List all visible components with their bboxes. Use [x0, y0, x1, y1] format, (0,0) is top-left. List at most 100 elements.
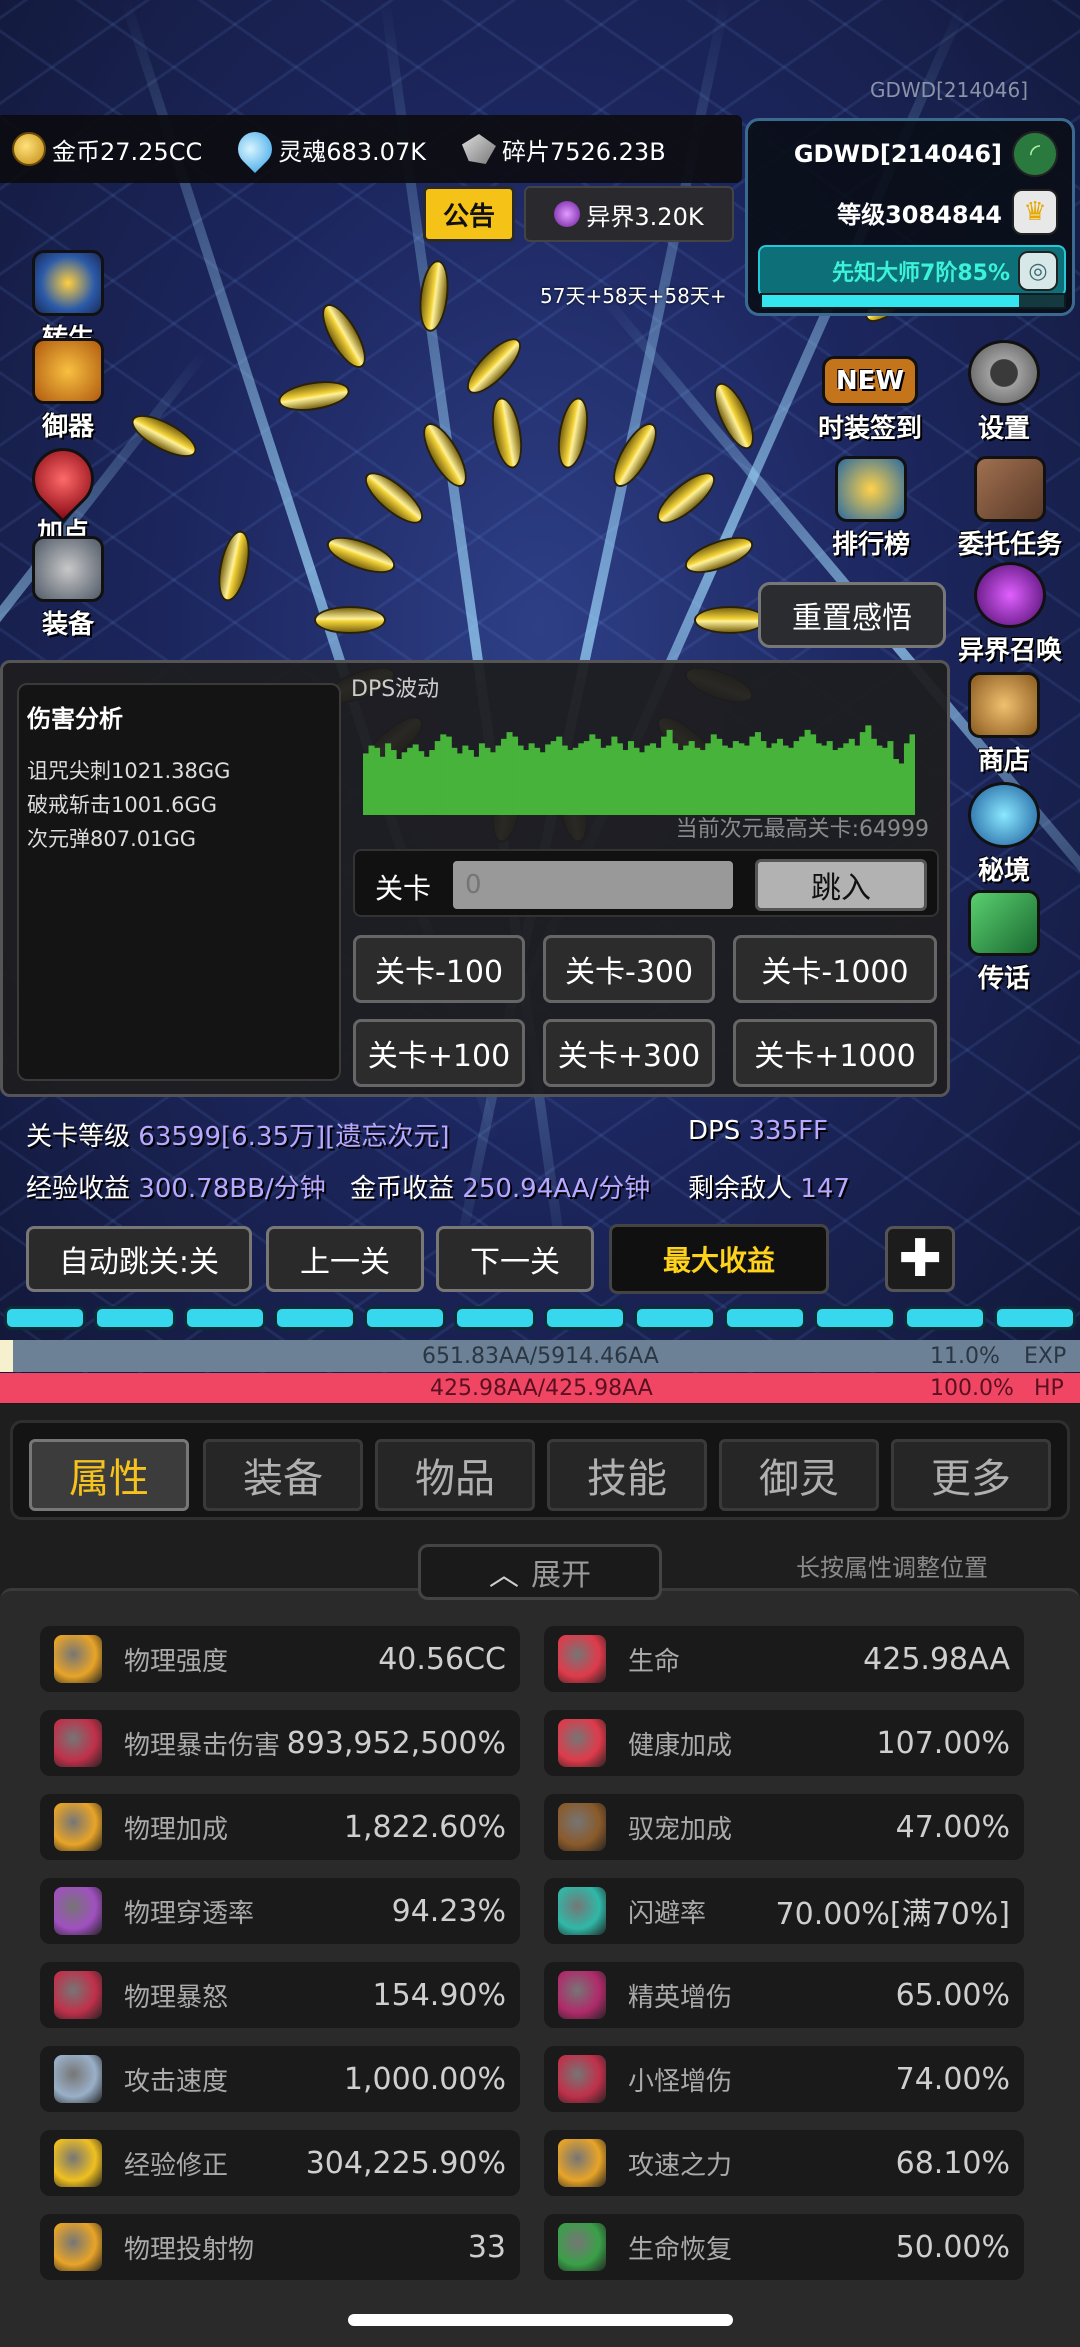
- wave-progress-segments: [0, 1306, 1080, 1336]
- swirl-icon: ◎: [1018, 251, 1058, 291]
- stat-row[interactable]: 物理加成 1,822.60%: [40, 1794, 520, 1860]
- dps-bar: [655, 747, 662, 815]
- exp-bar-percent: 11.0%: [930, 1343, 1000, 1369]
- golden-blade: [694, 606, 766, 634]
- leaderboard-button[interactable]: 排行榜: [832, 456, 910, 561]
- game-screen: GDWD[214046] 金币27.25CC 灵魂683.07K 碎片7526.…: [0, 0, 1080, 2347]
- stat-name: 小怪增伤: [628, 2066, 733, 2097]
- notice-button[interactable]: 公告: [423, 186, 515, 242]
- tab-spirits[interactable]: 御灵: [719, 1439, 879, 1511]
- damage-breakdown: 伤害分析 诅咒尖刺1021.38GG 破戒斩击1001.6GG 次元弹807.0…: [17, 683, 341, 1081]
- dps-bar: [545, 744, 552, 815]
- level-minus-100-button[interactable]: 关卡-100: [353, 935, 525, 1003]
- level-plus-1000-button[interactable]: 关卡+1000: [733, 1019, 937, 1087]
- settings-button[interactable]: 设置: [968, 340, 1040, 445]
- dps-bar: [760, 741, 767, 815]
- commission-tasks-label: 委托任务: [958, 530, 1063, 560]
- auto-skip-toggle[interactable]: 自动跳关:关: [26, 1226, 252, 1292]
- plus-button[interactable]: ✚: [885, 1226, 955, 1292]
- stat-row[interactable]: 健康加成 107.00%: [544, 1710, 1024, 1776]
- stat-value: 1,822.60%: [343, 1809, 506, 1845]
- stat-row[interactable]: 物理投射物 33: [40, 2214, 520, 2280]
- artifact-button[interactable]: 御器: [32, 338, 104, 443]
- fashion-checkin-button[interactable]: NEW 时装签到: [818, 356, 922, 445]
- gold-income-value: 250.94AA/分钟: [462, 1174, 651, 1204]
- message-button[interactable]: 传话: [968, 890, 1040, 995]
- player-panel[interactable]: GDWD[214046] ◜ 等级3084844 ♛ 先知大师7阶85% ◎: [745, 118, 1075, 316]
- add-points-button[interactable]: 加点: [19, 435, 107, 549]
- task-scroll-icon: [974, 456, 1046, 522]
- secret-realm-button[interactable]: 秘境: [968, 782, 1040, 887]
- tab-attributes[interactable]: 属性: [29, 1439, 189, 1511]
- dps-bar: [627, 741, 634, 815]
- dps-bar: [633, 747, 640, 815]
- stat-row[interactable]: 物理穿透率 94.23%: [40, 1878, 520, 1944]
- dps-bar: [539, 752, 546, 815]
- dps-bar: [495, 745, 502, 815]
- chevron-up-icon: ︿: [489, 1558, 519, 1593]
- jump-button[interactable]: 跳入: [755, 859, 927, 911]
- stage-level-value: 63599[6.35万][遗忘次元]: [138, 1122, 450, 1152]
- rage-icon: [54, 1971, 102, 2019]
- stat-name: 生命恢复: [628, 2234, 733, 2265]
- shop-button[interactable]: 商店: [968, 672, 1040, 777]
- wave-segment: [184, 1306, 266, 1330]
- stat-row[interactable]: 经验修正 304,225.90%: [40, 2130, 520, 2196]
- prev-stage-button[interactable]: 上一关: [266, 1226, 424, 1292]
- home-indicator[interactable]: [348, 2314, 733, 2326]
- tab-items[interactable]: 物品: [375, 1439, 535, 1511]
- tab-skills[interactable]: 技能: [547, 1439, 707, 1511]
- stage-level-label: 关卡等级: [26, 1122, 131, 1152]
- stat-name: 物理强度: [124, 1646, 229, 1677]
- level-minus-300-button[interactable]: 关卡-300: [543, 935, 715, 1003]
- stat-row[interactable]: 小怪增伤 74.00%: [544, 2046, 1024, 2112]
- stat-row[interactable]: 驭宠加成 47.00%: [544, 1794, 1024, 1860]
- stat-row[interactable]: 闪避率 70.00%[满70%]: [544, 1878, 1024, 1944]
- elite-demon-icon: [558, 1971, 606, 2019]
- wave-segment: [724, 1306, 806, 1330]
- secret-realm-label: 秘境: [977, 856, 1030, 886]
- golden-blade: [458, 330, 530, 402]
- level-minus-1000-button[interactable]: 关卡-1000: [733, 935, 937, 1003]
- expand-button[interactable]: ︿ 展开: [418, 1544, 662, 1600]
- level-plus-300-button[interactable]: 关卡+300: [543, 1019, 715, 1087]
- equipment-button[interactable]: 装备: [32, 536, 104, 641]
- dodge-icon: [558, 1887, 606, 1935]
- portal-icon: [554, 201, 581, 227]
- stat-value: 47.00%: [895, 1809, 1010, 1845]
- max-income-button[interactable]: 最大收益: [609, 1224, 829, 1294]
- dps-bar: [865, 725, 872, 815]
- stat-row[interactable]: 攻击速度 1,000.00%: [40, 2046, 520, 2112]
- tab-equipment[interactable]: 装备: [203, 1439, 363, 1511]
- dps-bar: [517, 745, 524, 815]
- dps-bar: [859, 732, 866, 815]
- player-title[interactable]: 先知大师7阶85% ◎: [758, 245, 1066, 297]
- next-stage-button[interactable]: 下一关: [436, 1226, 594, 1292]
- otherworld-button[interactable]: 异界3.20K: [524, 186, 734, 242]
- level-input[interactable]: [453, 861, 733, 909]
- main-tabs: 属性 装备 物品 技能 御灵 更多: [10, 1420, 1070, 1520]
- wave-segment: [814, 1306, 896, 1330]
- otherworld-summon-button[interactable]: 异界召唤: [958, 562, 1062, 667]
- stat-row[interactable]: 物理暴怒 154.90%: [40, 1962, 520, 2028]
- dps-bar: [837, 747, 844, 815]
- shard-amount: 碎片7526.23B: [501, 137, 666, 166]
- golden-blade: [357, 463, 432, 532]
- level-plus-100-button[interactable]: 关卡+100: [353, 1019, 525, 1087]
- stat-row[interactable]: 攻速之力 68.10%: [544, 2130, 1024, 2196]
- reset-insight-button[interactable]: 重置感悟: [758, 582, 946, 648]
- dps-info: DPS 335FF: [688, 1116, 828, 1146]
- dps-bar: [738, 743, 745, 815]
- stat-row[interactable]: 生命 425.98AA: [544, 1626, 1024, 1692]
- stat-row[interactable]: 物理暴击伤害 893,952,500%: [40, 1710, 520, 1776]
- title-progress-bar: [760, 293, 1066, 309]
- stat-row[interactable]: 生命恢复 50.00%: [544, 2214, 1024, 2280]
- dps-bar: [815, 743, 822, 815]
- tab-more[interactable]: 更多: [891, 1439, 1051, 1511]
- stat-name: 经验修正: [124, 2150, 229, 2181]
- stat-row[interactable]: 物理强度 40.56CC: [40, 1626, 520, 1692]
- commission-tasks-button[interactable]: 委托任务: [958, 456, 1062, 561]
- trophy-icon: [835, 456, 907, 522]
- buff-timers: 57天+58天+58天+: [540, 284, 727, 308]
- stat-row[interactable]: 精英增伤 65.00%: [544, 1962, 1024, 2028]
